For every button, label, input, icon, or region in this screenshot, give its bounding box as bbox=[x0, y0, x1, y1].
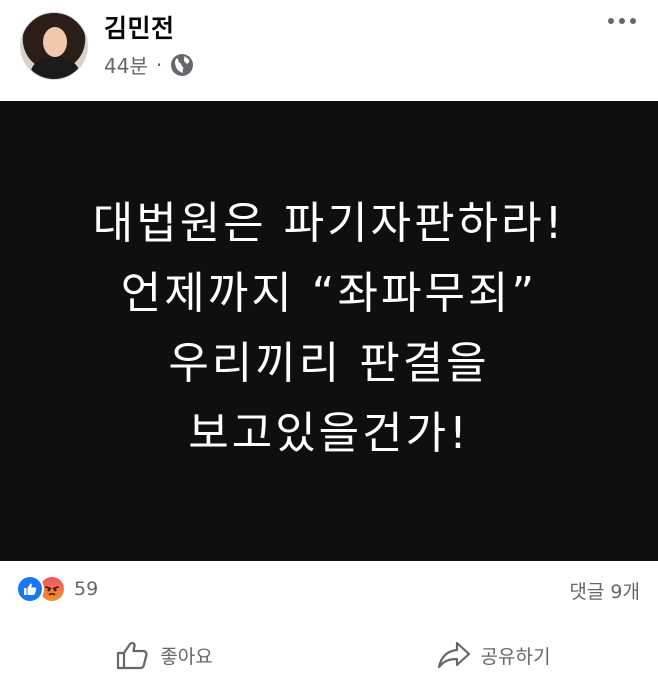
more-dot bbox=[619, 18, 625, 24]
post-actions: 좋아요 공유하기 bbox=[0, 626, 658, 684]
avatar[interactable] bbox=[20, 12, 88, 80]
thumbs-up-icon bbox=[116, 640, 150, 670]
like-button[interactable]: 좋아요 bbox=[0, 626, 329, 684]
post-header: 김민전 44분 · bbox=[0, 0, 658, 100]
reaction-count: 59 bbox=[74, 578, 99, 600]
post-time[interactable]: 44분 bbox=[104, 50, 148, 79]
image-text-line: 언제까지 “좌파무죄” bbox=[120, 268, 538, 319]
like-label: 좋아요 bbox=[160, 645, 213, 668]
avatar-face bbox=[43, 27, 67, 57]
image-text-line: 보고있을건가! bbox=[188, 408, 470, 459]
more-icon[interactable] bbox=[608, 18, 636, 24]
image-text: 대법원은 파기자판하라! 언제까지 “좌파무죄” 우리끼리 판결을 보고있을건가… bbox=[0, 189, 658, 469]
author-name[interactable]: 김민전 bbox=[104, 9, 175, 45]
share-button[interactable]: 공유하기 bbox=[329, 626, 658, 684]
share-label: 공유하기 bbox=[480, 645, 551, 668]
post-image[interactable]: 대법원은 파기자판하라! 언제까지 “좌파무죄” 우리끼리 판결을 보고있을건가… bbox=[0, 101, 658, 561]
meta-separator: · bbox=[155, 52, 163, 77]
comment-count[interactable]: 댓글 9개 bbox=[569, 577, 640, 604]
globe-icon bbox=[169, 52, 195, 78]
image-text-line: 대법원은 파기자판하라! bbox=[92, 198, 566, 249]
more-dot bbox=[630, 18, 636, 24]
post-meta: 44분 · bbox=[104, 50, 195, 79]
avatar-body bbox=[31, 57, 79, 79]
more-dot bbox=[608, 18, 614, 24]
image-text-line: 우리끼리 판결을 bbox=[168, 338, 490, 389]
share-icon bbox=[437, 640, 471, 670]
reaction-summary[interactable]: 59 bbox=[16, 574, 98, 604]
like-reaction-icon bbox=[16, 575, 44, 603]
